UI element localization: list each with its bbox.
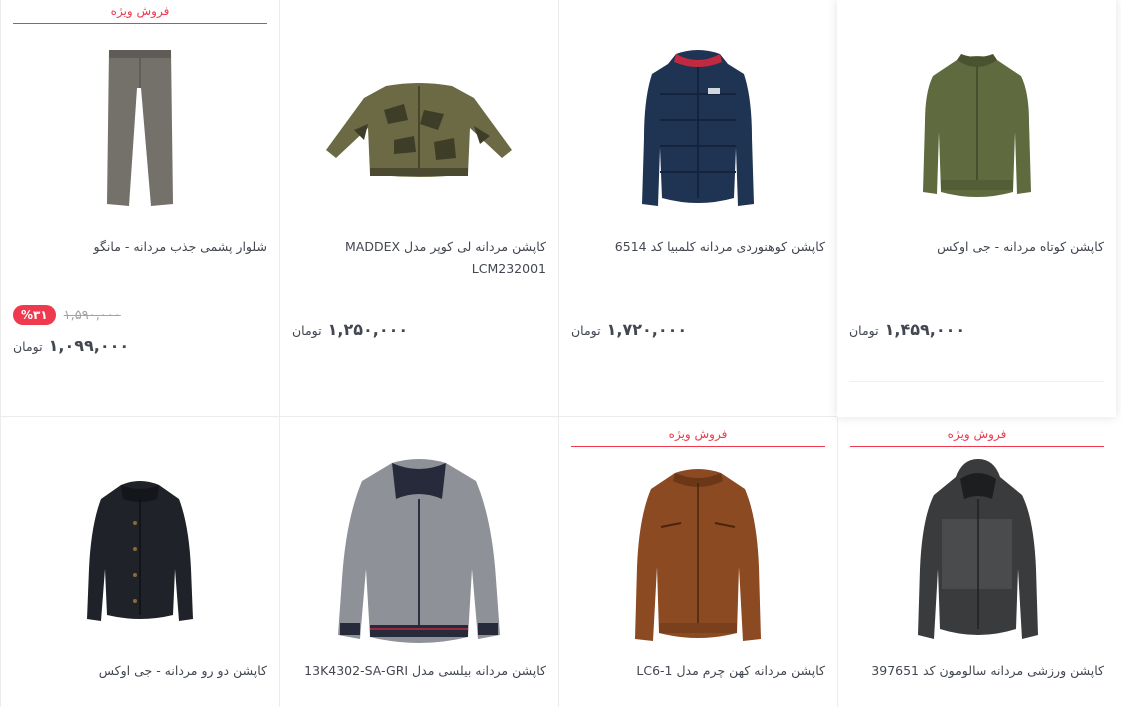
product-card[interactable]: کاپشن مردانه بیلسی مدل 13K4302-SA-GRI [279,417,558,707]
discount-row: %۳۱ ۱,۵۹۰,۰۰۰ [13,305,121,325]
price-row: تومان ۱,۴۵۹,۰۰۰ [849,320,1104,339]
product-card[interactable]: کاپشن مردانه لی کوپر مدل MADDEX LCM23200… [279,0,558,417]
product-image[interactable] [631,467,765,645]
special-sale-label: فروش ویژه [110,4,170,18]
special-sale-banner: فروش ویژه [13,0,267,24]
product-card[interactable]: کاپشن کوتاه مردانه - جی اوکس تومان ۱,۴۵۹… [837,0,1116,417]
product-title[interactable]: کاپشن مردانه لی کوپر مدل MADDEX LCM23200… [292,236,546,280]
product-title[interactable]: کاپشن ورزشی مردانه سالومون کد 397651 [850,660,1104,682]
product-price: ۱,۴۵۹,۰۰۰ [884,320,966,339]
product-image[interactable] [105,48,175,208]
product-image[interactable] [85,479,195,625]
special-sale-label: فروش ویژه [668,427,728,441]
currency-label: تومان [292,323,322,338]
price-row: تومان ۱,۲۵۰,۰۰۰ [292,320,546,339]
product-grid: کاپشن کوتاه مردانه - جی اوکس تومان ۱,۴۵۹… [0,0,1121,707]
currency-label: تومان [571,323,601,338]
product-title[interactable]: کاپشن کوهنوردی مردانه کلمبیا کد 6514 [571,236,825,258]
product-card[interactable]: کاپشن دو رو مردانه - جی اوکس [0,417,279,707]
product-price: ۱,۲۵۰,۰۰۰ [327,320,409,339]
divider [849,381,1104,382]
product-card[interactable]: فروش ویژه شلوار پشمی جذب مردانه - مانگو … [0,0,279,417]
special-sale-banner: فروش ویژه [571,423,825,447]
old-price: ۱,۵۹۰,۰۰۰ [63,307,121,323]
product-title[interactable]: کاپشن مردانه کهن چرم مدل LC6-1 [571,660,825,682]
product-image[interactable] [324,80,514,180]
product-title[interactable]: کاپشن دو رو مردانه - جی اوکس [13,660,267,682]
product-image[interactable] [336,459,502,649]
special-sale-label: فروش ویژه [947,427,1007,441]
product-image[interactable] [917,52,1037,207]
currency-label: تومان [849,323,879,338]
product-card[interactable]: کاپشن کوهنوردی مردانه کلمبیا کد 6514 توم… [558,0,837,417]
product-title[interactable]: کاپشن مردانه بیلسی مدل 13K4302-SA-GRI [292,660,546,682]
product-price: ۱,۷۲۰,۰۰۰ [606,320,688,339]
product-image[interactable] [912,459,1042,645]
product-card[interactable]: فروش ویژه کاپشن مردانه کهن چرم مدل LC6-1 [558,417,837,707]
special-sale-banner: فروش ویژه [850,423,1104,447]
discount-badge: %۳۱ [13,305,56,325]
product-price: ۱,۰۹۹,۰۰۰ [48,336,130,355]
product-image[interactable] [638,48,758,210]
price-row: تومان ۱,۷۲۰,۰۰۰ [571,320,825,339]
product-title[interactable]: کاپشن کوتاه مردانه - جی اوکس [849,236,1104,258]
product-card[interactable]: فروش ویژه کاپشن ورزشی مردانه سالومون کد … [837,417,1116,707]
currency-label: تومان [13,339,43,354]
product-title[interactable]: شلوار پشمی جذب مردانه - مانگو [13,236,267,258]
price-row: تومان ۱,۰۹۹,۰۰۰ [13,336,267,355]
